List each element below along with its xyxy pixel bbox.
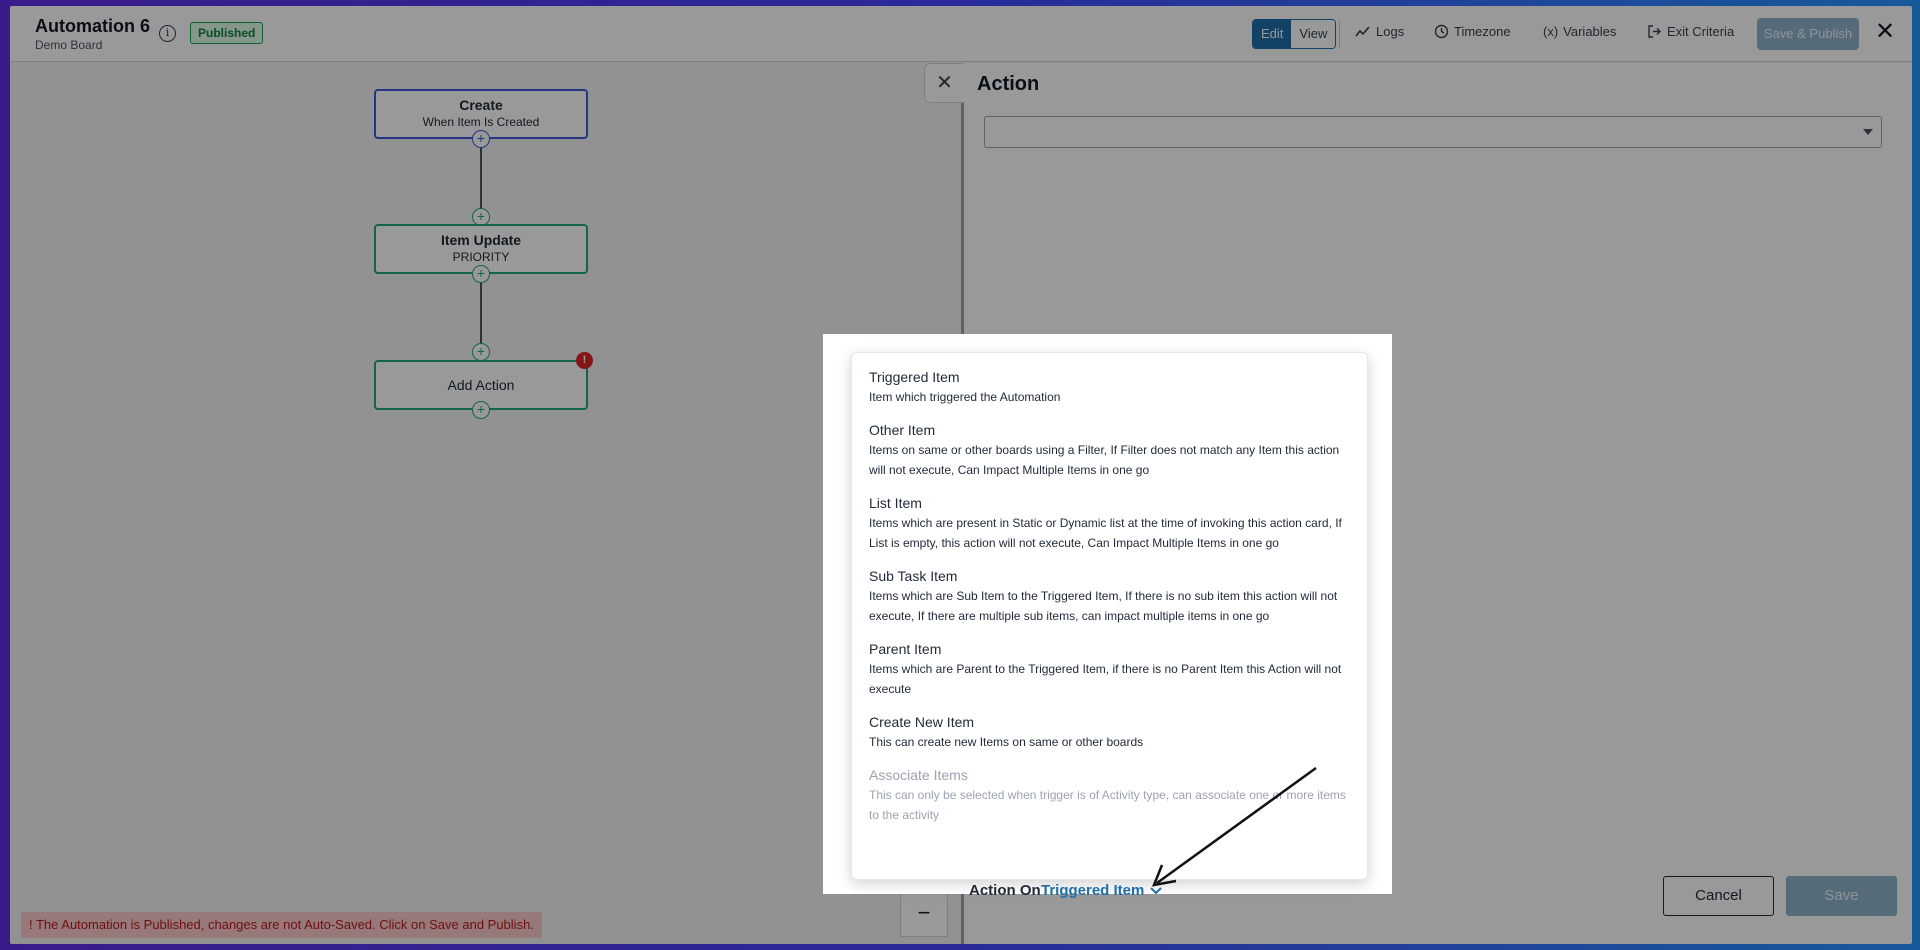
option-title: Parent Item xyxy=(869,641,942,657)
option-title: Triggered Item xyxy=(869,369,960,385)
dropdown-option-list-item[interactable]: List Item Items which are present in Sta… xyxy=(869,493,1350,553)
option-description: Items which are Sub Item to the Triggere… xyxy=(869,589,1338,623)
action-on-value: Triggered Item xyxy=(1041,882,1145,899)
option-description: This can create new Items on same or oth… xyxy=(869,735,1144,749)
action-on-label: Action On xyxy=(969,882,1041,899)
option-title: Sub Task Item xyxy=(869,568,958,584)
option-description: Items on same or other boards using a Fi… xyxy=(869,443,1340,477)
option-description: Item which triggered the Automation xyxy=(869,390,1061,404)
dropdown-option-other-item[interactable]: Other Item Items on same or other boards… xyxy=(869,420,1350,480)
option-title: Other Item xyxy=(869,422,936,438)
dropdown-option-parent-item[interactable]: Parent Item Items which are Parent to th… xyxy=(869,639,1350,699)
pointer-arrow-annotation xyxy=(1152,766,1317,887)
option-description: Items which are present in Static or Dyn… xyxy=(869,516,1342,550)
dropdown-option-triggered-item[interactable]: Triggered Item Item which triggered the … xyxy=(869,367,1350,407)
option-description: Items which are Parent to the Triggered … xyxy=(869,662,1342,696)
dropdown-option-sub-task-item[interactable]: Sub Task Item Items which are Sub Item t… xyxy=(869,566,1350,626)
option-title: List Item xyxy=(869,495,922,511)
dropdown-option-create-new-item[interactable]: Create New Item This can create new Item… xyxy=(869,712,1350,752)
option-title: Create New Item xyxy=(869,714,975,730)
